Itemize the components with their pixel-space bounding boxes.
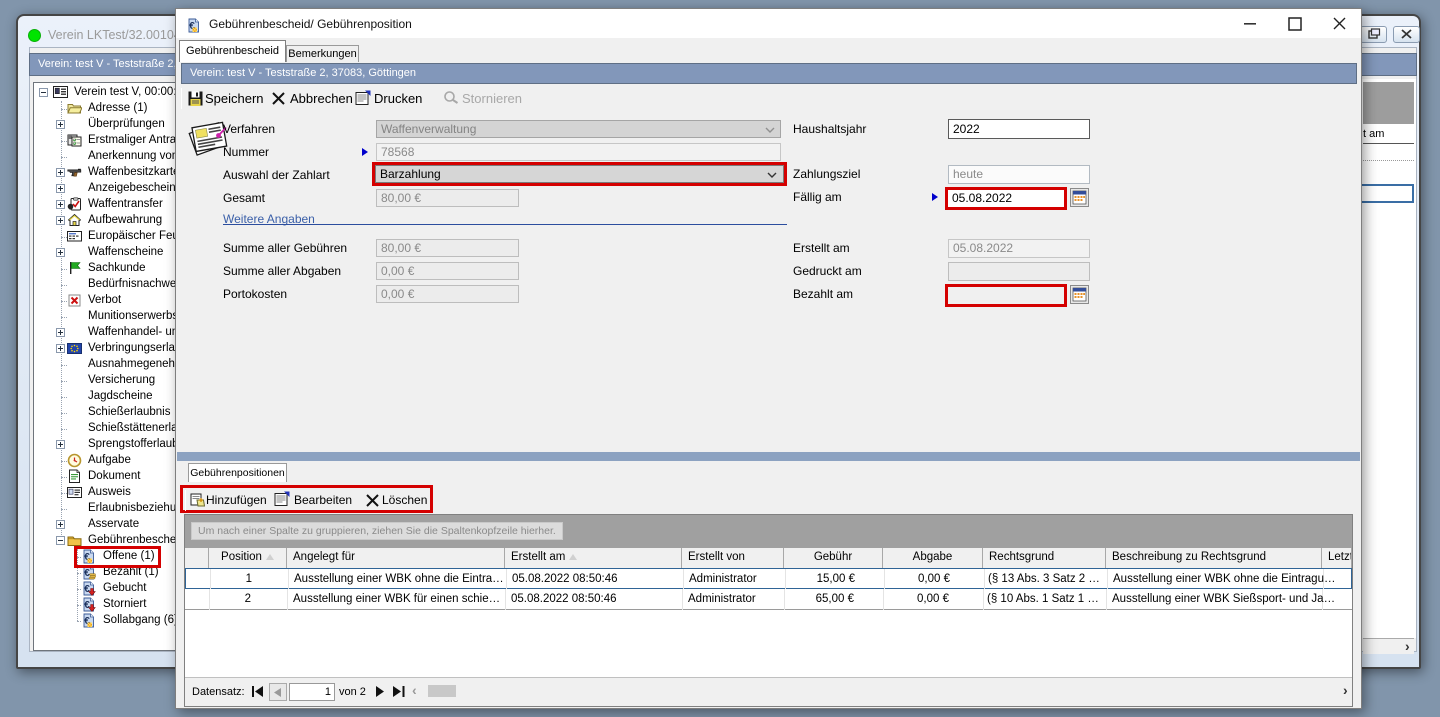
- svg-text:€: €: [84, 600, 90, 611]
- svg-text:€: €: [84, 584, 90, 595]
